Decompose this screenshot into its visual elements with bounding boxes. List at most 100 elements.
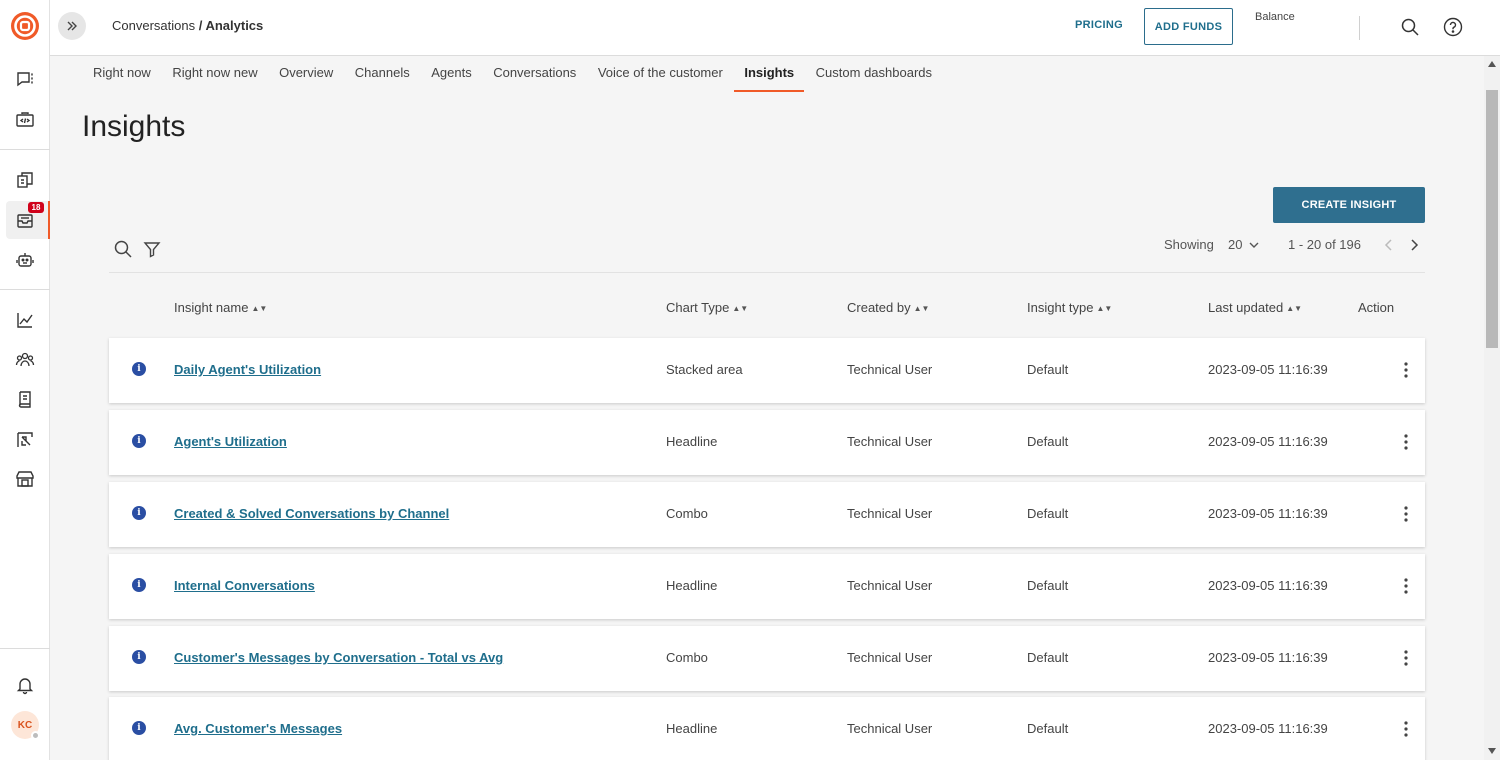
info-icon[interactable]: i [132, 506, 146, 520]
chart-type-cell: Stacked area [666, 362, 743, 377]
code-icon[interactable] [13, 108, 37, 132]
chart-type-cell: Headline [666, 434, 717, 449]
showing-label: Showing [1164, 237, 1214, 252]
create-insight-button[interactable]: CREATE INSIGHT [1273, 187, 1425, 223]
column-header-chart-type[interactable]: Chart Type▲▼ [666, 300, 748, 315]
search-icon[interactable] [113, 239, 133, 259]
insight-name-link[interactable]: Customer's Messages by Conversation - To… [174, 650, 503, 665]
created-by-cell: Technical User [847, 650, 932, 665]
analytics-tabs: Right now Right now new Overview Channel… [93, 56, 954, 92]
more-options-icon[interactable] [1399, 576, 1413, 596]
add-funds-button[interactable]: ADD FUNDS [1144, 8, 1233, 45]
left-rail: 18 KC [0, 0, 50, 760]
last-updated-cell: 2023-09-05 11:16:39 [1208, 721, 1328, 736]
bot-icon[interactable] [13, 248, 37, 272]
sort-icon: ▲▼ [914, 304, 930, 313]
table-row: i Customer's Messages by Conversation - … [109, 626, 1425, 691]
insight-name-link[interactable]: Internal Conversations [174, 578, 315, 593]
pagination-range: 1 - 20 of 196 [1288, 237, 1361, 252]
sort-icon: ▲▼ [251, 304, 267, 313]
filter-icon[interactable] [142, 239, 162, 259]
table-row: i Created & Solved Conversations by Chan… [109, 482, 1425, 547]
breadcrumb-separator: / [195, 18, 205, 33]
per-page-value: 20 [1228, 237, 1242, 252]
previous-page-icon[interactable] [1381, 236, 1397, 254]
sort-icon: ▲▼ [1097, 304, 1113, 313]
info-icon[interactable]: i [132, 721, 146, 735]
table-row: i Avg. Customer's Messages Headline Tech… [109, 697, 1425, 760]
notification-badge: 18 [28, 202, 44, 213]
info-icon[interactable]: i [132, 362, 146, 376]
top-bar: Conversations / Analytics PRICING ADD FU… [50, 0, 1500, 56]
insight-name-link[interactable]: Avg. Customer's Messages [174, 721, 342, 736]
insight-name-link[interactable]: Agent's Utilization [174, 434, 287, 449]
insight-name-link[interactable]: Daily Agent's Utilization [174, 362, 321, 377]
column-header-last-updated[interactable]: Last updated▲▼ [1208, 300, 1302, 315]
tab-conversations[interactable]: Conversations [493, 56, 576, 92]
book-icon[interactable] [13, 388, 37, 412]
insight-type-cell: Default [1027, 506, 1068, 521]
column-header-action: Action [1358, 300, 1394, 315]
created-by-cell: Technical User [847, 578, 932, 593]
more-options-icon[interactable] [1399, 719, 1413, 739]
scroll-up-icon[interactable] [1486, 59, 1498, 69]
tab-custom-dashboards[interactable]: Custom dashboards [816, 56, 932, 92]
people-icon[interactable] [13, 348, 37, 372]
analytics-chart-icon[interactable] [13, 308, 37, 332]
copy-pages-icon[interactable] [13, 168, 37, 192]
sort-icon: ▲▼ [732, 304, 748, 313]
scroll-down-icon[interactable] [1486, 746, 1498, 756]
table-row: i Agent's Utilization Headline Technical… [109, 410, 1425, 475]
tab-voice-of-the-customer[interactable]: Voice of the customer [598, 56, 723, 92]
tab-insights[interactable]: Insights [734, 56, 804, 92]
insight-type-cell: Default [1027, 434, 1068, 449]
insight-type-cell: Default [1027, 650, 1068, 665]
per-page-select[interactable]: 20 [1228, 237, 1260, 252]
pricing-link[interactable]: PRICING [1075, 19, 1123, 31]
info-icon[interactable]: i [132, 434, 146, 448]
table-row: i Internal Conversations Headline Techni… [109, 554, 1425, 619]
column-header-insight-name[interactable]: Insight name▲▼ [174, 300, 267, 315]
next-page-icon[interactable] [1406, 236, 1422, 254]
tab-right-now-new[interactable]: Right now new [172, 56, 257, 92]
search-icon[interactable] [1399, 16, 1421, 38]
info-icon[interactable]: i [132, 578, 146, 592]
insight-name-link[interactable]: Created & Solved Conversations by Channe… [174, 506, 449, 521]
more-options-icon[interactable] [1399, 648, 1413, 668]
column-header-created-by[interactable]: Created by▲▼ [847, 300, 929, 315]
more-options-icon[interactable] [1399, 432, 1413, 452]
table-row: i Daily Agent's Utilization Stacked area… [109, 338, 1425, 403]
help-icon[interactable] [1442, 16, 1464, 38]
tab-overview[interactable]: Overview [279, 56, 333, 92]
scrollbar-thumb[interactable] [1486, 90, 1498, 348]
last-updated-cell: 2023-09-05 11:16:39 [1208, 650, 1328, 665]
info-icon[interactable]: i [132, 650, 146, 664]
board-icon[interactable] [13, 428, 37, 452]
more-options-icon[interactable] [1399, 504, 1413, 524]
store-icon[interactable] [13, 467, 37, 491]
tab-right-now[interactable]: Right now [93, 56, 151, 92]
insight-type-cell: Default [1027, 721, 1068, 736]
page-title: Insights [82, 110, 185, 144]
logo-icon[interactable] [10, 11, 40, 41]
chart-type-cell: Combo [666, 650, 708, 665]
conversations-icon[interactable] [13, 67, 37, 91]
more-options-icon[interactable] [1399, 360, 1413, 380]
created-by-cell: Technical User [847, 506, 932, 521]
last-updated-cell: 2023-09-05 11:16:39 [1208, 506, 1328, 521]
bell-icon[interactable] [13, 673, 37, 697]
insight-type-cell: Default [1027, 362, 1068, 377]
column-header-insight-type[interactable]: Insight type▲▼ [1027, 300, 1112, 315]
tab-channels[interactable]: Channels [355, 56, 410, 92]
expand-icon[interactable] [58, 12, 86, 40]
last-updated-cell: 2023-09-05 11:16:39 [1208, 434, 1328, 449]
chart-type-cell: Headline [666, 721, 717, 736]
breadcrumb-parent[interactable]: Conversations [112, 18, 195, 33]
created-by-cell: Technical User [847, 434, 932, 449]
balance-label: Balance [1255, 11, 1295, 23]
created-by-cell: Technical User [847, 721, 932, 736]
insight-type-cell: Default [1027, 578, 1068, 593]
breadcrumb: Conversations / Analytics [112, 18, 263, 33]
last-updated-cell: 2023-09-05 11:16:39 [1208, 362, 1328, 377]
tab-agents[interactable]: Agents [431, 56, 471, 92]
